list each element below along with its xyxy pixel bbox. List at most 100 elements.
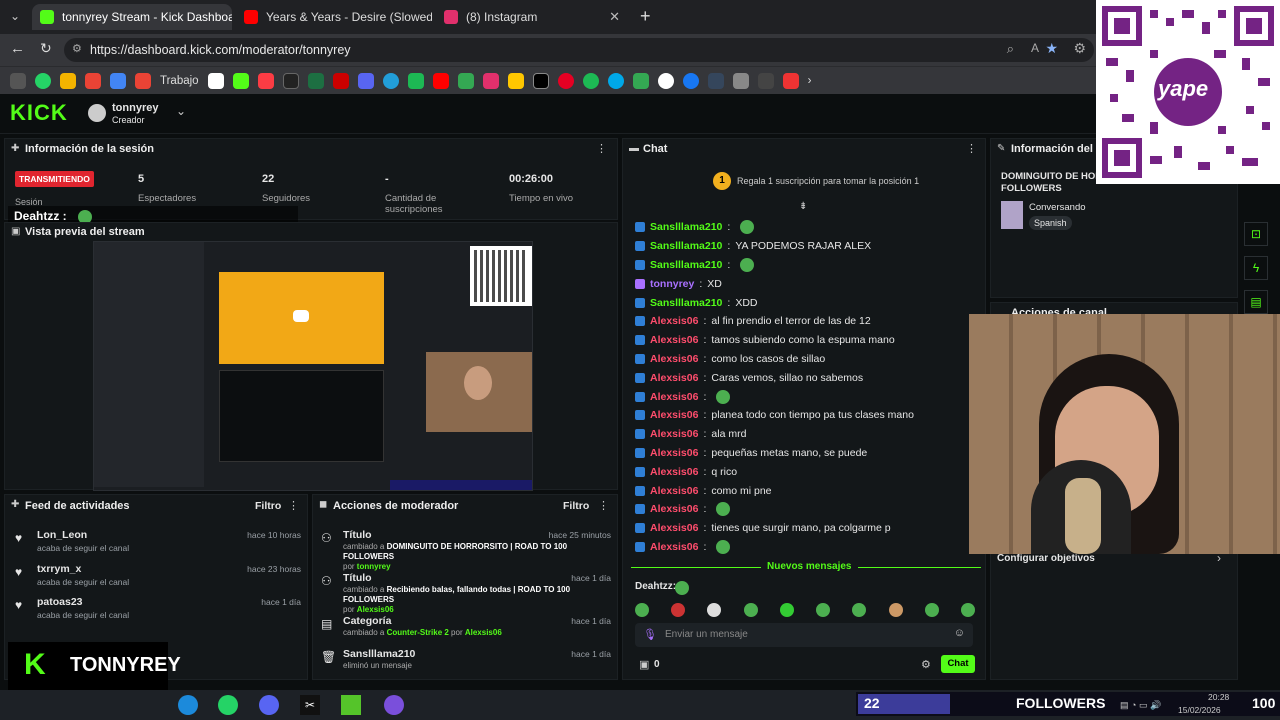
telegram-bookmark-icon[interactable] (382, 72, 399, 89)
emote-button[interactable] (960, 603, 975, 617)
mod-action-title[interactable]: Sanslllama210 (343, 648, 415, 660)
tv-bookmark-icon[interactable] (282, 72, 299, 89)
bookmark-icon[interactable] (732, 72, 749, 89)
tab-instagram[interactable]: (8) Instagram ✕ (436, 4, 628, 30)
feed-user[interactable]: Lon_Leon (37, 529, 87, 541)
discord-taskbar-icon[interactable] (259, 695, 279, 715)
extensions-icon[interactable]: ⚙ (1073, 40, 1086, 57)
bookmark-trabajo[interactable]: Trabajo (160, 75, 199, 87)
reload-icon[interactable]: ↻ (40, 40, 52, 57)
chat-username[interactable]: Sanslllama210 (650, 240, 722, 252)
chat-username[interactable]: Sanslllama210 (650, 259, 722, 271)
chat-username[interactable]: Alexsis06 (650, 409, 698, 421)
stream-video[interactable] (93, 241, 533, 491)
obs-taskbar-icon[interactable] (384, 695, 404, 715)
facebook-bookmark-icon[interactable] (682, 72, 699, 89)
gift-icon[interactable]: ▣ (639, 658, 649, 671)
tumblr-bookmark-icon[interactable] (707, 72, 724, 89)
more-bookmarks-icon[interactable]: › (808, 75, 812, 87)
send-chat-button[interactable]: Chat (941, 655, 975, 673)
detail-user[interactable]: Alexsis06 (465, 628, 502, 637)
emote-button[interactable] (816, 603, 831, 617)
emote-button[interactable] (671, 603, 686, 617)
clip-action-icon[interactable]: ▤ (1244, 290, 1268, 314)
sheets-bookmark-icon[interactable] (307, 72, 324, 89)
feed-user[interactable]: txrrym_x (37, 563, 81, 575)
detail-value[interactable]: Counter-Strike 2 (387, 628, 449, 637)
bookmark-icon[interactable] (607, 72, 624, 89)
chat-username[interactable]: Sanslllama210 (650, 221, 722, 233)
chat-username[interactable]: Alexsis06 (650, 503, 698, 515)
settings-gear-icon[interactable]: ⚙ (921, 658, 931, 671)
youtube-bookmark-icon[interactable] (432, 72, 449, 89)
more-menu-icon[interactable]: ⋮ (966, 142, 977, 155)
avatar[interactable] (88, 104, 106, 122)
tab-list-chevron-icon[interactable]: ⌄ (10, 9, 20, 23)
chat-username[interactable]: Alexsis06 (650, 428, 698, 440)
chat-username[interactable]: Alexsis06 (650, 315, 698, 327)
emote-button[interactable] (635, 603, 649, 617)
more-menu-icon[interactable]: ⋮ (596, 142, 607, 155)
kick-bookmark-icon[interactable] (232, 72, 249, 89)
whatsapp-taskbar-icon[interactable] (218, 695, 238, 715)
detail-user[interactable]: tonnyrey (357, 562, 391, 571)
bookmark-icon[interactable] (757, 72, 774, 89)
instagram-bookmark-icon[interactable] (482, 72, 499, 89)
maps-bookmark-icon[interactable] (632, 72, 649, 89)
site-info-icon[interactable]: ⚙ (72, 42, 82, 55)
more-menu-icon[interactable]: ⋮ (598, 499, 609, 512)
gmail-bookmark-icon[interactable] (85, 72, 101, 89)
clock-time[interactable]: 20:28 (1208, 692, 1229, 702)
feed-user[interactable]: patoas23 (37, 596, 83, 608)
tab-kick-dashboard[interactable]: tonnyrey Stream - Kick Dashboard (32, 4, 232, 30)
mic-icon[interactable]: 🎙 (643, 628, 657, 641)
chat-username[interactable]: tonnyrey (650, 278, 694, 290)
bookmark-icon[interactable] (507, 72, 524, 89)
capcut-taskbar-icon[interactable]: ✂ (300, 695, 320, 715)
chat-username[interactable]: Alexsis06 (650, 485, 698, 497)
emote-button[interactable] (707, 603, 722, 617)
bookmark-icon[interactable] (782, 72, 799, 89)
chat-username[interactable]: Alexsis06 (650, 391, 698, 403)
read-aloud-icon[interactable]: A (1031, 41, 1039, 55)
detail-user[interactable]: Alexsis06 (357, 605, 394, 614)
new-messages-label[interactable]: Nuevos mensajes (761, 561, 858, 572)
bookmark-icon[interactable] (657, 72, 674, 89)
feed-filter-button[interactable]: Filtro (255, 500, 281, 512)
bookmark-icon[interactable] (207, 72, 224, 89)
tab-youtube[interactable]: Years & Years - Desire (Slowed) - Y ✕ (236, 4, 432, 30)
camera-action-icon[interactable]: ⊡ (1244, 222, 1268, 246)
url-field[interactable]: ⚙ https://dashboard.kick.com/moderator/t… (64, 38, 1094, 62)
zoom-icon[interactable]: ⌕ (1007, 41, 1014, 57)
emote-button[interactable] (852, 603, 867, 617)
mod-filter-button[interactable]: Filtro (563, 500, 589, 512)
new-tab-button[interactable]: + (640, 6, 651, 27)
close-tab-icon[interactable]: ✕ (609, 9, 620, 25)
category-name[interactable]: Conversando (1029, 202, 1086, 213)
configure-goals-button[interactable]: Configurar objetivos (997, 553, 1095, 564)
whatsapp-bookmark-icon[interactable] (35, 72, 51, 89)
discord-bookmark-icon[interactable] (357, 72, 374, 89)
chat-username[interactable]: Alexsis06 (650, 447, 698, 459)
clock-date[interactable]: 15/02/2026 (1178, 705, 1221, 715)
drive-bookmark-icon[interactable] (60, 72, 76, 89)
emote-button[interactable] (743, 603, 758, 617)
favorite-star-icon[interactable]: ★ (1045, 40, 1058, 57)
bookmark-icon[interactable] (457, 72, 474, 89)
emoji-icon[interactable]: ☺ (954, 627, 965, 639)
edge-taskbar-icon[interactable] (178, 695, 198, 715)
back-arrow-icon[interactable]: ← (10, 40, 25, 57)
pin-icon[interactable]: ⇟ (799, 201, 807, 212)
emote-button[interactable] (888, 603, 903, 617)
lightning-action-icon[interactable]: ϟ (1244, 256, 1268, 280)
emote-button[interactable] (779, 603, 794, 617)
kick-logo[interactable]: KICK (10, 100, 68, 126)
spotify-bookmark-icon[interactable] (582, 72, 599, 89)
bookmark-icon[interactable] (407, 72, 424, 89)
more-menu-icon[interactable]: ⋮ (288, 499, 299, 512)
gift-sub-banner[interactable]: Regala 1 suscripción para tomar la posic… (737, 176, 919, 186)
minecraft-taskbar-icon[interactable] (341, 695, 361, 715)
trabajo-folder-icon[interactable] (135, 72, 151, 89)
chat-username[interactable]: Alexsis06 (650, 353, 698, 365)
pinterest-bookmark-icon[interactable] (557, 72, 574, 89)
